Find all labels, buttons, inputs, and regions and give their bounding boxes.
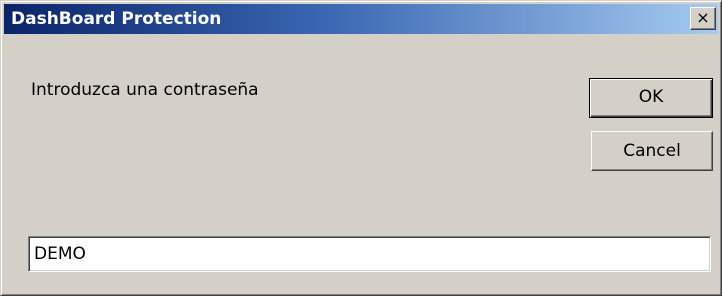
password-input-frame	[28, 236, 711, 272]
password-prompt-label: Introduzca una contraseña	[31, 80, 259, 100]
dialog-window: DashBoard Protection × Introduzca una co…	[0, 0, 722, 296]
cancel-button[interactable]: Cancel	[591, 131, 713, 171]
password-input[interactable]	[32, 240, 707, 268]
window-title: DashBoard Protection	[11, 9, 222, 29]
ok-button[interactable]: OK	[589, 78, 713, 118]
title-bar[interactable]: DashBoard Protection ×	[4, 4, 718, 34]
close-icon: ×	[696, 8, 710, 27]
close-button[interactable]: ×	[690, 7, 716, 30]
